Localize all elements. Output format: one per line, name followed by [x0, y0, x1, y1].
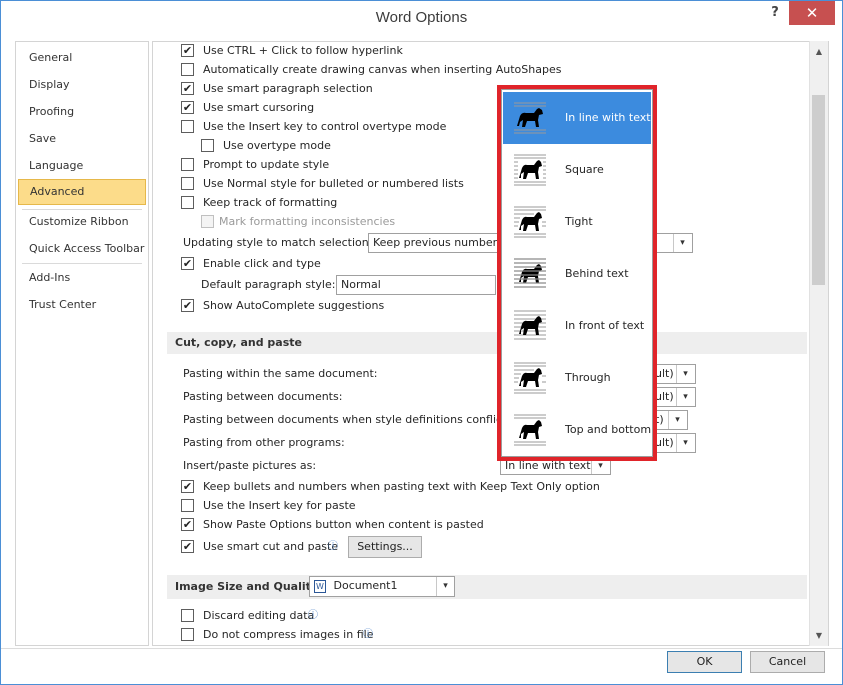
chevron-down-icon[interactable]: ▾ [676, 388, 694, 406]
wrap-option-tight[interactable]: Tight [503, 196, 651, 248]
wrap-option-square[interactable]: Square [503, 144, 651, 196]
sidebar-item-display[interactable]: Display [18, 73, 146, 97]
wrap-style-dropdown-list: In line with text Square Tight Behind te… [497, 85, 657, 461]
checkbox[interactable] [181, 63, 194, 76]
scroll-thumb[interactable] [812, 95, 825, 285]
dialog-title: Word Options [375, 9, 468, 26]
chevron-down-icon[interactable]: ▾ [676, 434, 694, 452]
checkbox[interactable] [181, 158, 194, 171]
chevron-down-icon[interactable]: ▾ [676, 365, 694, 383]
footer-divider [1, 648, 842, 649]
default-paragraph-label: Default paragraph style: [201, 278, 336, 291]
settings-button[interactable]: Settings... [348, 536, 422, 558]
inline-wrap-icon [514, 102, 546, 134]
sidebar-divider [22, 263, 142, 264]
checkbox[interactable]: ✔ [181, 101, 194, 114]
paste-between-documents-label: Pasting between documents: [183, 390, 343, 403]
word-options-dialog: Word Options ? ✕ General Display Proofin… [0, 0, 843, 685]
info-icon: ⓘ [363, 629, 373, 640]
behind-text-icon [514, 258, 546, 288]
sidebar-item-proofing[interactable]: Proofing [18, 100, 146, 124]
vertical-scrollbar[interactable]: ▲ ▼ [809, 41, 828, 646]
sidebar-item-advanced[interactable]: Advanced [18, 179, 146, 205]
checkbox[interactable]: ✔ [181, 82, 194, 95]
sidebar-item-general[interactable]: General [18, 46, 146, 70]
checkbox[interactable] [181, 628, 194, 641]
sidebar-item-save[interactable]: Save [18, 127, 146, 151]
wrap-style-list: In line with text Square Tight Behind te… [501, 89, 653, 457]
sidebar-item-language[interactable]: Language [18, 154, 146, 178]
checkbox[interactable] [181, 120, 194, 133]
section-header-image-size: Image Size and Quality [167, 575, 807, 599]
default-paragraph-dropdown[interactable]: Normal [336, 275, 496, 295]
ok-button[interactable]: OK [667, 651, 742, 673]
document-dropdown[interactable]: W Document1 ▾ [309, 576, 455, 597]
checkbox[interactable] [181, 177, 194, 190]
chevron-down-icon[interactable]: ▾ [668, 411, 686, 429]
square-wrap-icon [514, 154, 546, 186]
insert-pictures-label: Insert/paste pictures as: [183, 459, 317, 472]
paste-within-document-label: Pasting within the same document: [183, 367, 378, 380]
paste-style-conflict-label: Pasting between documents when style def… [183, 413, 511, 426]
chevron-down-icon[interactable]: ▾ [673, 234, 691, 252]
info-icon: ⓘ [328, 541, 338, 552]
scroll-down-icon[interactable]: ▼ [814, 631, 824, 641]
checkbox[interactable]: ✔ [181, 480, 194, 493]
sidebar-item-customize-ribbon[interactable]: Customize Ribbon [18, 210, 146, 234]
sidebar-item-trust-center[interactable]: Trust Center [18, 293, 146, 317]
checkbox[interactable]: ✔ [181, 44, 194, 57]
wrap-option-top-and-bottom[interactable]: Top and bottom [503, 404, 651, 456]
checkbox [201, 215, 214, 228]
sidebar-item-quick-access-toolbar[interactable]: Quick Access Toolbar [18, 237, 146, 261]
checkbox[interactable]: ✔ [181, 257, 194, 270]
paste-other-programs-label: Pasting from other programs: [183, 436, 345, 449]
cancel-button[interactable]: Cancel [750, 651, 825, 673]
advanced-options-panel: ✔ Use CTRL + Click to follow hyperlink A… [152, 41, 829, 646]
checkbox[interactable] [181, 499, 194, 512]
title-bar: Word Options ? ✕ [1, 1, 842, 35]
updating-style-label: Updating style to match selection: [183, 236, 373, 249]
scroll-up-icon[interactable]: ▲ [814, 47, 824, 57]
checkbox[interactable] [181, 196, 194, 209]
top-bottom-wrap-icon [514, 414, 546, 446]
wrap-option-in-front-of-text[interactable]: In front of text [503, 300, 651, 352]
checkbox[interactable] [201, 139, 214, 152]
checkbox[interactable]: ✔ [181, 518, 194, 531]
chevron-down-icon[interactable]: ▾ [436, 577, 454, 596]
tight-wrap-icon [514, 206, 546, 238]
checkbox[interactable]: ✔ [181, 299, 194, 312]
checkbox[interactable]: ✔ [181, 540, 194, 553]
info-icon: ⓘ [308, 610, 318, 621]
word-document-icon: W [314, 579, 326, 593]
sidebar-item-add-ins[interactable]: Add-Ins [18, 266, 146, 290]
checkbox[interactable] [181, 609, 194, 622]
in-front-text-icon [514, 310, 546, 340]
through-wrap-icon [514, 362, 546, 394]
section-header-cut-copy-paste: Cut, copy, and paste [167, 332, 807, 354]
wrap-option-in-line[interactable]: In line with text [503, 92, 651, 144]
wrap-option-behind-text[interactable]: Behind text [503, 248, 651, 300]
close-button[interactable]: ✕ [789, 1, 835, 25]
options-sidebar: General Display Proofing Save Language A… [15, 41, 149, 646]
wrap-option-through[interactable]: Through [503, 352, 651, 404]
help-button[interactable]: ? [765, 5, 785, 25]
